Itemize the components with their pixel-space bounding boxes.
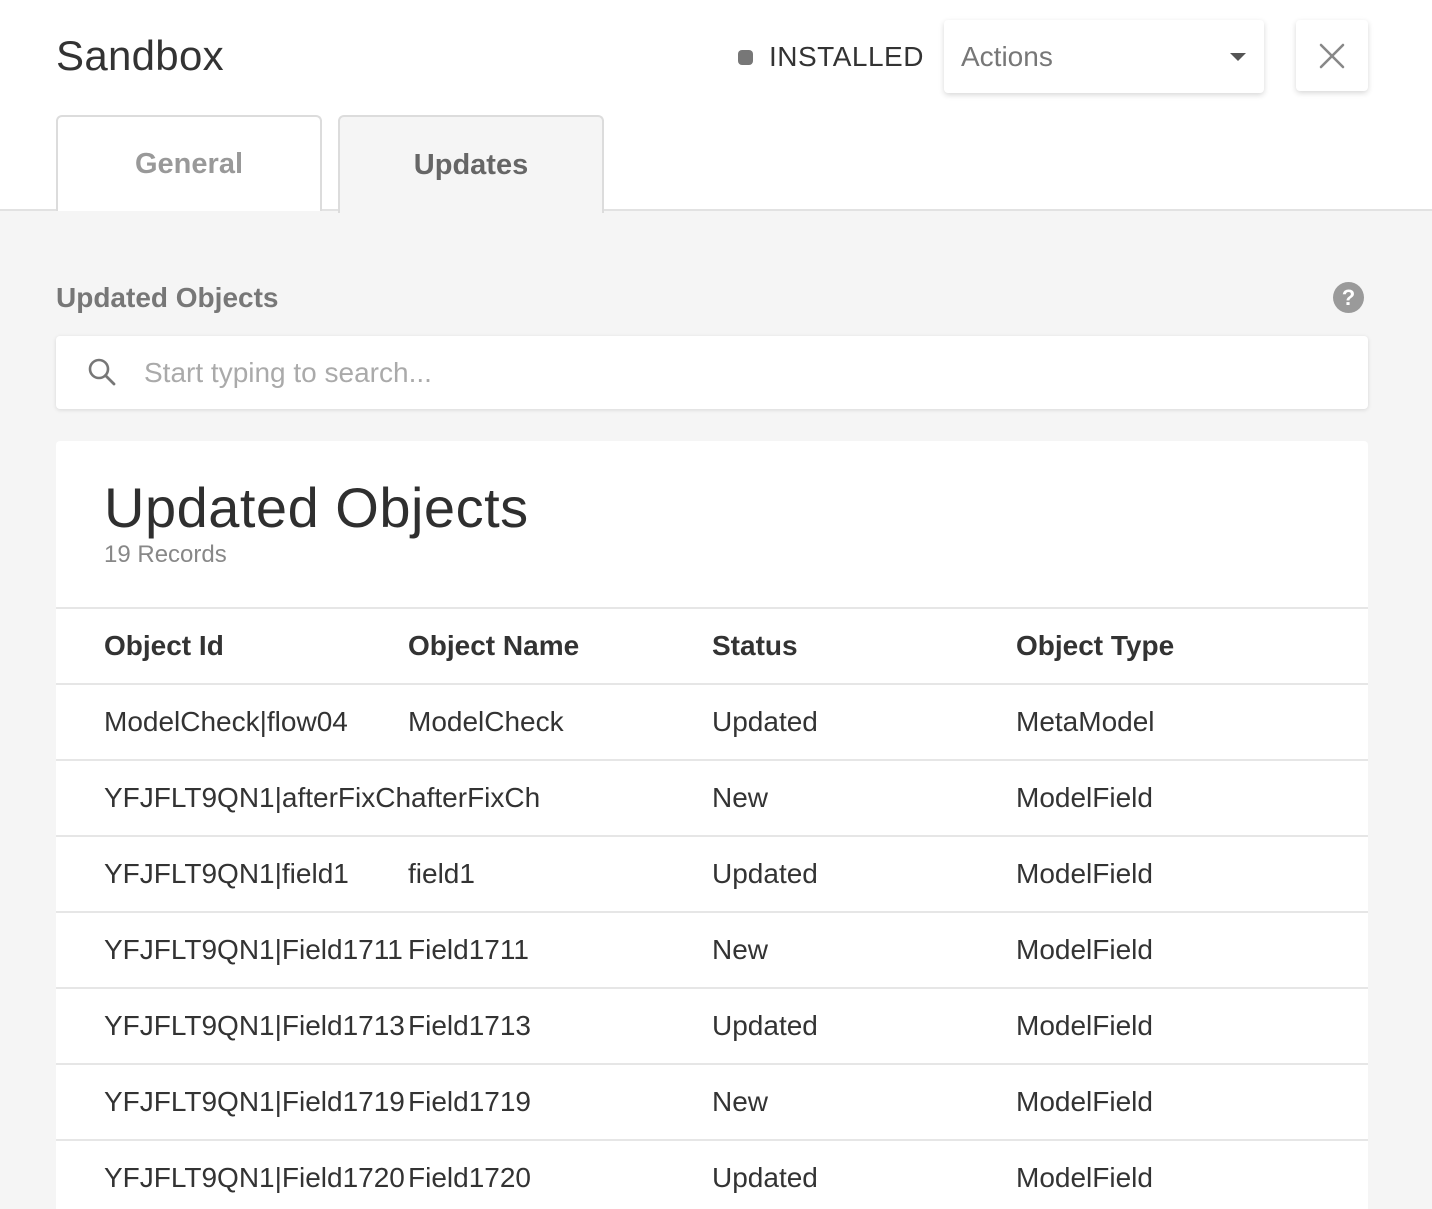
page-header: Sandbox INSTALLED Actions General Update…	[0, 0, 1432, 213]
cell-object-name: Field1713	[408, 1010, 531, 1041]
cell-object-name: Field1711	[408, 934, 529, 965]
status-indicator: INSTALLED	[738, 40, 924, 74]
cell-object-id: YFJFLT9QN1|Field1713	[104, 1010, 405, 1041]
cell-object-type: MetaModel	[1016, 706, 1155, 737]
cell-object-type: ModelField	[1016, 858, 1153, 889]
search-icon	[88, 358, 116, 386]
status-dot-icon	[738, 49, 753, 65]
column-header-object-type[interactable]: Object Type	[1016, 609, 1174, 683]
actions-dropdown-label: Actions	[961, 40, 1053, 72]
cell-object-name: Field1720	[408, 1162, 531, 1193]
cell-status: New	[712, 1086, 769, 1117]
help-icon[interactable]: ?	[1333, 282, 1364, 313]
cell-status: Updated	[712, 1162, 818, 1193]
table-row[interactable]: YFJFLT9QN1|Field1720 Field1720 Updated M…	[56, 1139, 1368, 1209]
record-count: 19 Records	[104, 541, 227, 568]
actions-dropdown[interactable]: Actions	[944, 20, 1264, 93]
search-input[interactable]	[144, 336, 1344, 409]
cell-object-id: ModelCheck|flow04	[104, 706, 348, 737]
table-row[interactable]: YFJFLT9QN1|Field1719 Field1719 New Model…	[56, 1063, 1368, 1139]
table-row[interactable]: YFJFLT9QN1|Field1711 Field1711 New Model…	[56, 911, 1368, 987]
cell-object-id: YFJFLT9QN1|Field1719	[104, 1086, 405, 1117]
cell-object-type: ModelField	[1016, 1086, 1153, 1117]
cell-object-id: YFJFLT9QN1|field1	[104, 858, 349, 889]
caret-down-icon	[1230, 52, 1246, 61]
cell-object-type: ModelField	[1016, 1162, 1153, 1193]
close-button[interactable]	[1296, 20, 1368, 91]
cell-object-id: YFJFLT9QN1|Field1720	[104, 1162, 405, 1193]
objects-table: Object Id Object Name Status Object Type…	[56, 607, 1368, 1209]
cell-object-type: ModelField	[1016, 782, 1153, 813]
cell-status: Updated	[712, 706, 818, 737]
column-header-status[interactable]: Status	[712, 609, 798, 683]
table-row[interactable]: YFJFLT9QN1|field1 field1 Updated ModelFi…	[56, 835, 1368, 911]
cell-status: New	[712, 934, 769, 965]
column-header-object-id[interactable]: Object Id	[104, 609, 224, 683]
table-row[interactable]: ModelCheck|flow04 ModelCheck Updated Met…	[56, 683, 1368, 759]
table-row[interactable]: YFJFLT9QN1|Field1713 Field1713 Updated M…	[56, 987, 1368, 1063]
cell-object-name: field1	[408, 858, 475, 889]
cell-object-type: ModelField	[1016, 1010, 1153, 1041]
table-header-row: Object Id Object Name Status Object Type	[56, 607, 1368, 683]
page-title: Sandbox	[56, 32, 224, 79]
cell-status: Updated	[712, 858, 818, 889]
cell-object-name: Field1719	[408, 1086, 531, 1117]
search-bar	[56, 336, 1368, 409]
cell-status: New	[712, 782, 769, 813]
section-label: Updated Objects	[56, 282, 279, 313]
cell-object-name: ModelCheck	[408, 706, 564, 737]
cell-status: Updated	[712, 1010, 818, 1041]
updated-objects-card: Updated Objects 19 Records Object Id Obj…	[56, 441, 1368, 1209]
cell-object-type: ModelField	[1016, 934, 1153, 965]
tab-general[interactable]: General	[56, 115, 322, 211]
table-row[interactable]: YFJFLT9QN1|afterFixChafterFixCh New Mode…	[56, 759, 1368, 835]
cell-object-id: YFJFLT9QN1|Field1711	[104, 934, 403, 965]
close-icon	[1319, 43, 1345, 68]
status-label: INSTALLED	[769, 41, 924, 72]
cell-object-id: YFJFLT9QN1|afterFixChafterFixCh	[104, 782, 541, 813]
column-header-object-name[interactable]: Object Name	[408, 609, 579, 683]
tab-updates[interactable]: Updates	[338, 115, 604, 213]
card-title: Updated Objects	[104, 476, 529, 539]
